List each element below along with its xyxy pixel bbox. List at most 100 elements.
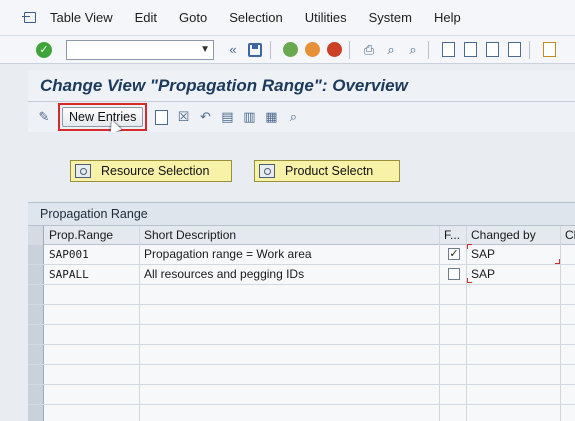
empty-cell xyxy=(140,365,440,384)
command-field[interactable]: ▼ xyxy=(66,39,214,60)
changed-by-cell: SAP xyxy=(467,265,561,284)
toolbar-divider xyxy=(428,40,429,59)
focus-corner xyxy=(467,244,472,249)
table-row[interactable]: SAPALL All resources and pegging IDs SAP xyxy=(28,265,575,285)
flag-checkbox[interactable] xyxy=(448,268,460,280)
exit-icon[interactable] xyxy=(303,41,321,59)
find-next-icon[interactable]: ⌕ xyxy=(404,41,422,59)
row-selector[interactable] xyxy=(28,285,44,304)
double-left-icon[interactable]: « xyxy=(224,41,242,59)
find-icon[interactable]: ⌕ xyxy=(382,41,400,59)
menu-exit-icon[interactable] xyxy=(22,11,40,25)
product-selection-label: Product Selectn xyxy=(285,164,374,178)
empty-cell xyxy=(140,325,440,344)
toolbar-divider xyxy=(349,40,350,59)
menu-utilities[interactable]: Utilities xyxy=(305,10,347,25)
save-icon[interactable] xyxy=(246,41,264,59)
empty-cell xyxy=(140,345,440,364)
flag-checkbox[interactable]: ✓ xyxy=(448,248,460,260)
column-header-prop-range[interactable]: Prop.Range xyxy=(45,226,140,245)
table-row-empty[interactable] xyxy=(28,305,575,325)
row-selector[interactable] xyxy=(28,385,44,404)
prop-range-cell: SAPALL xyxy=(45,265,140,284)
empty-cell xyxy=(45,405,140,421)
row-selector[interactable] xyxy=(28,345,44,364)
column-header-changed-by[interactable]: Changed by xyxy=(467,226,561,245)
empty-cell xyxy=(140,385,440,404)
menu-edit[interactable]: Edit xyxy=(135,10,157,25)
delete-icon[interactable]: ☒ xyxy=(175,109,191,125)
short-description-cell[interactable]: Propagation range = Work area xyxy=(140,245,440,264)
chevron-down-icon[interactable]: ▼ xyxy=(200,44,210,55)
row-selector[interactable] xyxy=(28,245,44,264)
menu-table-view[interactable]: Table View xyxy=(50,10,113,25)
check-icon[interactable]: ✓ xyxy=(36,41,52,58)
prop-range-cell: SAP001 xyxy=(45,245,140,264)
empty-cell xyxy=(467,305,561,324)
table-caption: Propagation Range xyxy=(40,207,148,221)
empty-cell xyxy=(561,325,575,344)
next-page-icon[interactable] xyxy=(483,41,501,59)
empty-cell xyxy=(440,385,467,404)
menu-system[interactable]: System xyxy=(369,10,412,25)
empty-cell xyxy=(45,385,140,404)
empty-cell xyxy=(45,345,140,364)
empty-cell xyxy=(467,325,561,344)
table-row-empty[interactable] xyxy=(28,345,575,365)
previous-page-icon[interactable] xyxy=(461,41,479,59)
copy-as-icon[interactable] xyxy=(153,109,169,125)
menu-goto[interactable]: Goto xyxy=(179,10,207,25)
menu-selection[interactable]: Selection xyxy=(229,10,282,25)
empty-cell xyxy=(467,405,561,421)
row-selector[interactable] xyxy=(28,265,44,284)
row-selector[interactable] xyxy=(28,365,44,384)
first-page-icon[interactable] xyxy=(439,41,457,59)
main-content: Resource Selection Product Selectn Propa… xyxy=(28,132,575,421)
page-title: Change View "Propagation Range": Overvie… xyxy=(40,76,408,95)
table-row-empty[interactable] xyxy=(28,385,575,405)
new-entries-button[interactable]: New Entries xyxy=(62,107,144,127)
table-row-empty[interactable] xyxy=(28,285,575,305)
empty-cell xyxy=(45,305,140,324)
table-row[interactable]: SAP001 Propagation range = Work area ✓ S… xyxy=(28,244,575,265)
propagation-range-table: Propagation Range Prop.Range Short Descr… xyxy=(28,202,575,421)
empty-cell xyxy=(140,305,440,324)
menu-help[interactable]: Help xyxy=(434,10,461,25)
last-page-icon[interactable] xyxy=(505,41,523,59)
resource-selection-button[interactable]: Resource Selection xyxy=(70,160,232,182)
table-row-empty[interactable] xyxy=(28,365,575,385)
select-all-icon[interactable]: ▤ xyxy=(219,109,235,125)
short-description-cell[interactable]: All resources and pegging IDs xyxy=(140,265,440,284)
empty-cell xyxy=(45,365,140,384)
table-row-empty[interactable] xyxy=(28,325,575,345)
row-selector[interactable] xyxy=(28,325,44,344)
empty-cell xyxy=(440,365,467,384)
product-selection-button[interactable]: Product Selectn xyxy=(254,160,400,182)
standard-toolbar: ✓ ▼ « ⎙ ⌕ ⌕ xyxy=(0,36,575,64)
empty-cell xyxy=(440,405,467,421)
back-icon[interactable] xyxy=(281,41,299,59)
details-icon[interactable]: ⌕ xyxy=(285,109,301,125)
new-session-icon[interactable] xyxy=(540,41,558,59)
select-block-icon[interactable]: ▥ xyxy=(241,109,257,125)
table-row-empty[interactable] xyxy=(28,405,575,421)
deselect-all-icon[interactable]: ▦ xyxy=(263,109,279,125)
column-header-flag[interactable]: F... xyxy=(440,226,467,245)
empty-cell xyxy=(561,345,575,364)
cancel-icon[interactable] xyxy=(325,41,343,59)
row-selector[interactable] xyxy=(28,305,44,324)
column-header-changed-on[interactable]: Ch xyxy=(561,226,575,245)
column-header-short-description[interactable]: Short Description xyxy=(140,226,440,245)
empty-rows xyxy=(28,285,575,421)
row-selector[interactable] xyxy=(28,405,44,421)
select-all-rows-button[interactable] xyxy=(28,226,44,245)
undo-icon[interactable]: ↶ xyxy=(197,109,213,125)
display-change-icon[interactable]: ✎ xyxy=(36,109,52,125)
empty-cell xyxy=(561,405,575,421)
selection-icon xyxy=(259,164,275,178)
table-grid: Prop.Range Short Description F... Change… xyxy=(28,225,575,421)
flag-cell xyxy=(440,265,467,284)
print-icon[interactable]: ⎙ xyxy=(360,41,378,59)
empty-cell xyxy=(45,325,140,344)
empty-cell xyxy=(140,405,440,421)
